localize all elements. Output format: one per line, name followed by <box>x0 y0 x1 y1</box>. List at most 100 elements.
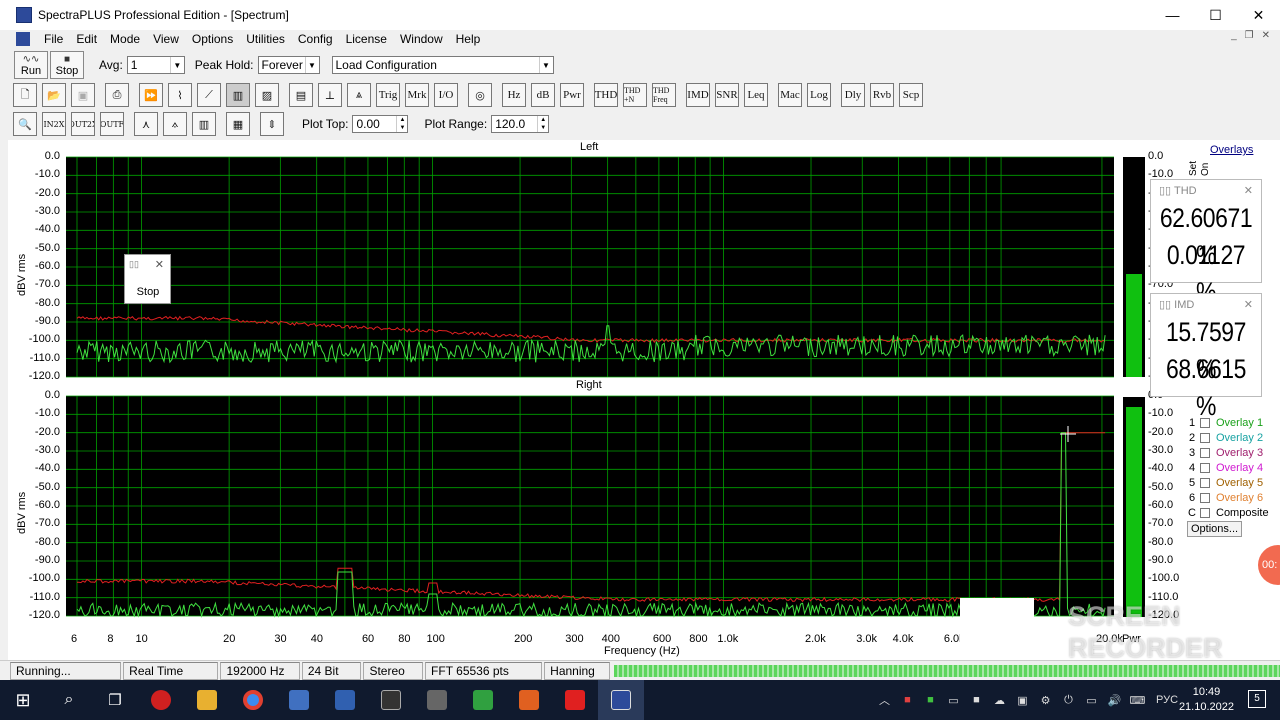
menu-options[interactable]: Options <box>186 32 240 46</box>
overlay-checkbox[interactable] <box>1200 447 1210 458</box>
spectrum-icon[interactable]: ⌇ <box>168 83 192 107</box>
network-icon[interactable]: ▭ <box>1083 694 1100 707</box>
task-view-icon[interactable]: ❐ <box>92 680 138 720</box>
keyboard-icon[interactable]: ⌨ <box>1129 694 1146 707</box>
baseline-icon[interactable]: ⊥ <box>318 83 342 107</box>
imd-button[interactable]: IMD <box>686 83 710 107</box>
slope-icon[interactable]: ⟋ <box>197 83 221 107</box>
cloud-icon[interactable]: ☁ <box>991 694 1008 707</box>
app-icon-3[interactable] <box>460 680 506 720</box>
minimize-button[interactable]: — <box>1151 0 1194 30</box>
mdi-restore-button[interactable]: ❐ <box>1245 30 1254 41</box>
app-icon-1[interactable] <box>322 680 368 720</box>
overlay-row[interactable]: 1 Overlay 1 <box>1186 415 1263 430</box>
trig-button[interactable]: Trig <box>376 83 400 107</box>
tray-icon-2[interactable]: ■ <box>922 694 939 706</box>
plot-top-input[interactable]: 0.00 ▲ ▼ <box>352 115 409 133</box>
io-button[interactable]: I/O <box>434 83 458 107</box>
app-icon-2[interactable] <box>414 680 460 720</box>
3d-surface-icon[interactable]: ▨ <box>255 83 279 107</box>
tray-icon-1[interactable]: ■ <box>899 694 916 706</box>
spectrogram-icon[interactable]: ▥ <box>226 83 250 107</box>
menu-help[interactable]: Help <box>450 32 488 46</box>
new-file-icon[interactable]: 🗋 <box>13 83 37 107</box>
overlay-checkbox[interactable] <box>1200 507 1210 518</box>
hz-button[interactable]: Hz <box>502 83 526 107</box>
dly-button[interactable]: Dly <box>841 83 865 107</box>
thd-freq-button[interactable]: THD Freq <box>652 83 676 107</box>
overlay-row[interactable]: 4 Overlay 4 <box>1186 460 1263 475</box>
thd-n-button[interactable]: THD +N <box>623 83 647 107</box>
zoom-in-2x-icon[interactable]: IN2X <box>42 112 66 136</box>
start-button[interactable]: ⊞ <box>0 680 46 720</box>
recorder-icon[interactable] <box>552 680 598 720</box>
stop-float-button[interactable]: Stop <box>129 283 167 301</box>
power-icon[interactable]: ⏻ <box>1060 694 1077 707</box>
tray-icon-3[interactable]: ▭ <box>945 694 962 707</box>
mrk-button[interactable]: Mrk <box>405 83 429 107</box>
tray-icon-4[interactable]: ■ <box>968 694 985 706</box>
chrome-icon[interactable] <box>230 680 276 720</box>
print-icon[interactable]: ⎙ <box>105 83 129 107</box>
overlays-link[interactable]: Overlays <box>1210 144 1253 156</box>
language-indicator[interactable]: РУС <box>1152 694 1182 706</box>
overlay-checkbox[interactable] <box>1200 417 1210 428</box>
line-plot-icon[interactable]: ⋏ <box>134 112 158 136</box>
menu-utilities[interactable]: Utilities <box>240 32 292 46</box>
log-button[interactable]: Log <box>807 83 831 107</box>
octave-plot-icon[interactable]: ⟑ <box>163 112 187 136</box>
overlay-row[interactable]: 5 Overlay 5 <box>1186 475 1263 490</box>
save-icon[interactable]: ▣ <box>71 83 95 107</box>
notification-icon[interactable]: 5 <box>1248 690 1266 708</box>
zoom-out-full-icon[interactable]: OUTF <box>100 112 124 136</box>
clock[interactable]: 10:49 21.10.2022 <box>1179 685 1234 715</box>
menu-file[interactable]: File <box>38 32 70 46</box>
close-button[interactable]: ✕ <box>1237 0 1280 30</box>
peak-hold-select[interactable]: Forever ▼ <box>257 56 320 74</box>
open-folder-icon[interactable]: 📂 <box>42 83 66 107</box>
plot-range-input[interactable]: 120.0 ▲ ▼ <box>491 115 550 133</box>
menu-view[interactable]: View <box>147 32 186 46</box>
spectraplus-taskbar-icon[interactable] <box>598 680 644 720</box>
leq-button[interactable]: Leq <box>744 83 768 107</box>
tray-icon-5[interactable]: ▣ <box>1014 694 1031 707</box>
grid-settings-icon[interactable]: ▦ <box>226 112 250 136</box>
spinner-arrows-icon[interactable]: ▲ ▼ <box>537 116 548 132</box>
overlay-checkbox[interactable] <box>1200 477 1210 488</box>
thd-button[interactable]: THD <box>594 83 618 107</box>
close-icon[interactable]: ✕ <box>155 258 164 271</box>
zoom-out-2x-icon[interactable]: OUT2X <box>71 112 95 136</box>
peak-icon[interactable]: ⩓ <box>347 83 371 107</box>
imd-readout-window[interactable]: ▯▯ IMD ✕ 15.7597 % 68.6615 % <box>1150 293 1262 421</box>
menu-license[interactable]: License <box>340 32 394 46</box>
zoom-icon[interactable]: 🔍 <box>13 112 37 136</box>
file-explorer-icon[interactable] <box>184 680 230 720</box>
list-icon[interactable]: ▤ <box>289 83 313 107</box>
maximize-button[interactable]: ☐ <box>1194 0 1237 30</box>
mac-button[interactable]: Mac <box>778 83 802 107</box>
app-icon-4[interactable] <box>506 680 552 720</box>
document-icon[interactable] <box>16 32 30 46</box>
terminal-icon[interactable] <box>368 680 414 720</box>
generator-icon[interactable]: ◎ <box>468 83 492 107</box>
pwr-button[interactable]: Pwr <box>560 83 584 107</box>
menu-edit[interactable]: Edit <box>70 32 104 46</box>
spinner-arrows-icon[interactable]: ▲ ▼ <box>396 116 407 132</box>
mdi-close-button[interactable]: ✕ <box>1262 30 1270 41</box>
menu-config[interactable]: Config <box>292 32 340 46</box>
load-configuration-select[interactable]: Load Configuration ▼ <box>331 56 554 74</box>
menu-window[interactable]: Window <box>394 32 450 46</box>
fast-forward-icon[interactable]: ⏩ <box>139 83 163 107</box>
close-icon[interactable]: ✕ <box>1244 298 1253 311</box>
search-icon[interactable]: ⌕ <box>46 680 92 720</box>
close-icon[interactable]: ✕ <box>1244 184 1253 197</box>
volume-icon[interactable]: 🔊 <box>1106 694 1123 707</box>
overlay-row[interactable]: 6 Overlay 6 <box>1186 490 1263 505</box>
overlay-options-button[interactable]: Options... <box>1187 521 1243 537</box>
overlay-row[interactable]: 3 Overlay 3 <box>1186 445 1263 460</box>
calculator-icon[interactable] <box>276 680 322 720</box>
run-button[interactable]: ∿∿ Run <box>14 51 48 79</box>
mdi-minimize-button[interactable]: _ <box>1231 30 1237 41</box>
avg-select[interactable]: 1 ▼ <box>126 56 185 74</box>
overlay-checkbox[interactable] <box>1200 462 1210 473</box>
